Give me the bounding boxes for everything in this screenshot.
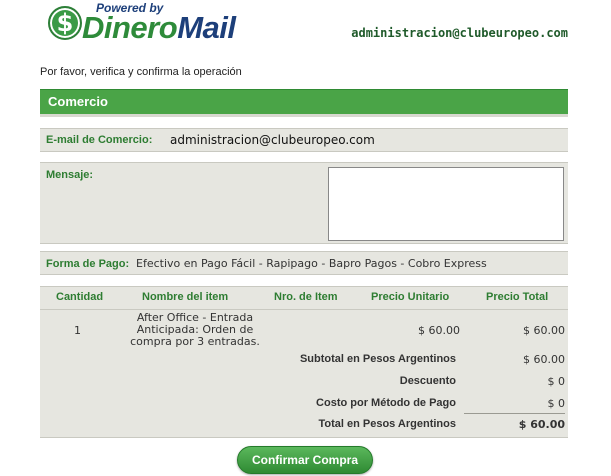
column-header-unit-price: Precio Unitario: [371, 291, 450, 303]
column-header-item-number: Nro. de Item: [274, 291, 338, 303]
item-total-price: $ 60.00: [523, 324, 565, 337]
order-table: Cantidad Nombre del item Nro. de Item Pr…: [40, 286, 568, 438]
subtotal-label: Subtotal en Pesos Argentinos: [299, 353, 456, 365]
subtotal-value: $ 60.00: [523, 353, 565, 366]
merchant-email-value: administracion@clubeuropeo.com: [170, 133, 375, 147]
message-textarea[interactable]: [328, 167, 564, 241]
payment-cost-label: Costo por Método de Pago: [316, 397, 456, 409]
total-divider: [464, 413, 565, 414]
brand-name-part1: Dinero: [82, 10, 178, 45]
dollar-circle-icon: $: [48, 6, 82, 40]
discount-value: $ 0: [547, 375, 566, 388]
logo-symbol: $: [56, 9, 74, 37]
message-row: Mensaje:: [40, 162, 568, 244]
instruction-text: Por favor, verifica y confirma la operac…: [40, 66, 242, 78]
payment-method-row: Forma de Pago: Efectivo en Pago Fácil - …: [40, 251, 568, 275]
item-name-line: compra por 3 entradas.: [130, 335, 260, 348]
column-header-quantity: Cantidad: [56, 291, 104, 303]
discount-label: Descuento: [399, 375, 456, 387]
section-header-comercio: Comercio: [40, 89, 568, 117]
column-header-item-name: Nombre del item: [142, 291, 229, 303]
item-name: After Office - Entrada Anticipada: Orden…: [120, 312, 270, 348]
brand-name: DineroMail: [82, 10, 236, 46]
section-title: Comercio: [48, 94, 108, 109]
merchant-email-label: E-mail de Comercio:: [46, 134, 153, 146]
payment-method-value: Efectivo en Pago Fácil - Rapipago - Bapr…: [136, 257, 487, 270]
item-quantity: 1: [74, 324, 81, 337]
merchant-email-row: E-mail de Comercio: administracion@clube…: [40, 128, 568, 152]
message-label: Mensaje:: [46, 169, 94, 181]
brand-name-part2: Mail: [177, 10, 236, 45]
total-label: Total en Pesos Argentinos: [318, 418, 456, 430]
header-merchant-email: administracion@clubeuropeo.com: [351, 26, 568, 40]
confirm-purchase-button[interactable]: Confirmar Compra: [237, 446, 373, 474]
total-value: $ 60.00: [518, 418, 565, 431]
dineromail-logo: $ Powered by DineroMail: [44, 1, 274, 46]
table-header-divider: [40, 309, 568, 310]
item-unit-price: $ 60.00: [418, 324, 460, 337]
column-header-total-price: Precio Total: [486, 291, 549, 303]
payment-cost-value: $ 0: [547, 397, 566, 410]
payment-method-label: Forma de Pago:: [46, 258, 130, 270]
